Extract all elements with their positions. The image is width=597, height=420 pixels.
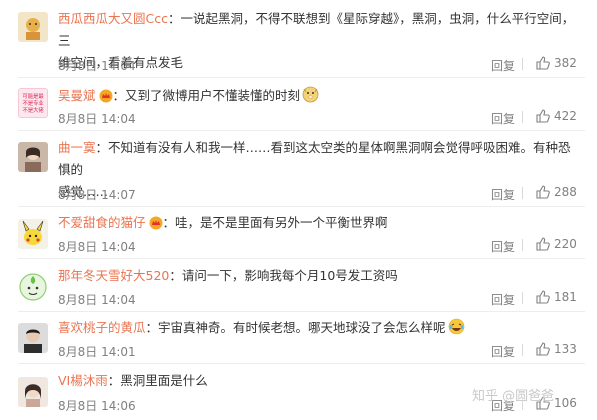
reply-button[interactable]: 回复 xyxy=(491,110,515,127)
avatar-text: 不是专业 xyxy=(22,101,44,107)
like-count: 106 xyxy=(554,396,577,410)
avatar[interactable] xyxy=(18,323,48,353)
divider xyxy=(522,111,523,123)
divider xyxy=(522,292,523,304)
thumbs-up-icon xyxy=(536,290,550,304)
comment-feed: 西瓜西瓜大又圆Ccc：一说起黑洞，不得不联想到《星际穿越》，黑洞，虫洞，什么平行… xyxy=(0,0,597,420)
username-link[interactable]: 喜欢桃子的黄瓜 xyxy=(58,320,146,335)
divider xyxy=(18,258,585,259)
avatar[interactable] xyxy=(18,219,48,249)
comment-text: 吴曼斌 ：又到了微博用户不懂装懂的时刻 xyxy=(58,85,583,110)
comment-text-line: ：不知道有没有人和我一样……看到这太空类的星体啊黑洞啊会觉得呼吸困难。有种恐惧的 xyxy=(58,140,571,177)
like-button[interactable]: 382 xyxy=(536,56,577,70)
divider xyxy=(18,77,585,78)
comment-text: 那年冬天雪好大520：请问一下，影响我每个月10号发工资吗 xyxy=(58,265,583,287)
divider xyxy=(522,187,523,199)
reply-button[interactable]: 回复 xyxy=(491,186,515,203)
comment-date: 8月8日 14:04 xyxy=(58,240,136,254)
like-count: 220 xyxy=(554,237,577,251)
thumbs-up-icon xyxy=(536,237,550,251)
like-count: 288 xyxy=(554,185,577,199)
comment-date: 8月8日 14:04 xyxy=(58,59,136,73)
like-count: 382 xyxy=(554,56,577,70)
username-link[interactable]: 西瓜西瓜大又圆Ccc xyxy=(58,11,168,26)
avatar[interactable] xyxy=(18,12,48,42)
avatar[interactable] xyxy=(18,142,48,172)
divider xyxy=(18,311,585,312)
reply-button[interactable]: 回复 xyxy=(491,57,515,74)
reply-button[interactable]: 回复 xyxy=(491,238,515,255)
laughing-tears-emoji-icon xyxy=(448,318,465,342)
comment-text-line: ：请问一下，影响我每个月10号发工资吗 xyxy=(169,268,398,283)
comment-date: 8月8日 14:06 xyxy=(58,399,136,413)
divider xyxy=(522,58,523,70)
like-button[interactable]: 181 xyxy=(536,290,577,304)
comment-text: 喜欢桃子的黄瓜：宇宙真神奇。有时候老想。哪天地球没了会怎么样呢 xyxy=(58,317,583,342)
avatar-text: 不是大佬 xyxy=(22,108,44,114)
like-button[interactable]: 422 xyxy=(536,109,577,123)
divider xyxy=(18,130,585,131)
reply-button[interactable]: 回复 xyxy=(491,291,515,308)
reply-button[interactable]: 回复 xyxy=(491,343,515,360)
username-link[interactable]: 曲一寞 xyxy=(58,140,96,155)
doge-emoji-icon xyxy=(302,86,319,110)
username-link[interactable]: VI楊沐雨 xyxy=(58,373,108,388)
avatar[interactable] xyxy=(18,377,48,407)
like-button[interactable]: 288 xyxy=(536,185,577,199)
thumbs-up-icon xyxy=(536,342,550,356)
comment-text-line: ：宇宙真神奇。有时候老想。哪天地球没了会怎么样呢 xyxy=(145,320,446,335)
avatar[interactable] xyxy=(18,272,48,302)
crown-badge-icon xyxy=(149,215,163,237)
comment-date: 8月8日 14:07 xyxy=(58,188,136,202)
thumbs-up-icon xyxy=(536,185,550,199)
like-count: 133 xyxy=(554,342,577,356)
username-link[interactable]: 吴曼斌 xyxy=(58,88,96,103)
like-button[interactable]: 133 xyxy=(536,342,577,356)
divider xyxy=(18,363,585,364)
thumbs-up-icon xyxy=(536,56,550,70)
like-count: 181 xyxy=(554,290,577,304)
crown-badge-icon xyxy=(99,88,113,110)
comment-text: 不爱甜食的猫仔 ：哇，是不是里面有另外一个平衡世界啊 xyxy=(58,212,583,237)
comment-text-line: ：哇，是不是里面有另外一个平衡世界啊 xyxy=(162,215,388,230)
comment-text-line: ：黑洞里面是什么 xyxy=(107,373,208,388)
divider xyxy=(18,206,585,207)
comment-date: 8月8日 14:01 xyxy=(58,345,136,359)
avatar-text: 可能是最 xyxy=(22,94,44,100)
divider xyxy=(522,344,523,356)
like-button[interactable]: 220 xyxy=(536,237,577,251)
divider xyxy=(522,239,523,251)
comment-date: 8月8日 14:04 xyxy=(58,293,136,307)
like-count: 422 xyxy=(554,109,577,123)
comment-date: 8月8日 14:04 xyxy=(58,112,136,126)
watermark: 知乎 @圆爸爸 xyxy=(472,389,555,404)
avatar[interactable]: 可能是最 不是专业 不是大佬 xyxy=(18,88,48,118)
username-link[interactable]: 那年冬天雪好大520 xyxy=(58,268,169,283)
thumbs-up-icon xyxy=(536,109,550,123)
comment-text-line: ：又到了微博用户不懂装懂的时刻 xyxy=(112,88,301,103)
username-link[interactable]: 不爱甜食的猫仔 xyxy=(58,215,146,230)
